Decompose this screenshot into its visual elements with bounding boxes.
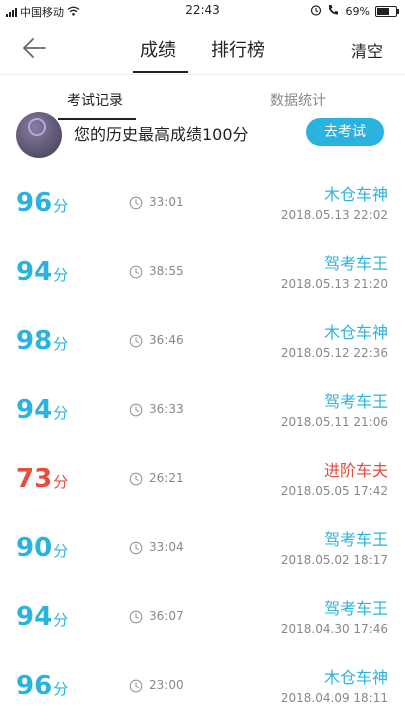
alarm-icon <box>310 4 322 19</box>
list-item[interactable]: 98分 36:46 木仓车神 2018.05.12 22:36 <box>0 306 405 375</box>
exam-timestamp: 2018.04.30 17:46 <box>280 622 388 636</box>
exam-duration: 36:46 <box>149 333 184 347</box>
rank-title: 驾考车王 <box>323 392 388 411</box>
list-item[interactable]: 94分 36:33 驾考车王 2018.05.11 21:06 <box>0 375 405 444</box>
nav-bar: 成绩 排行榜 清空 <box>0 22 405 74</box>
score-number: 90 <box>16 533 53 563</box>
score-unit: 分 <box>53 404 69 422</box>
score-unit: 分 <box>53 335 69 353</box>
exam-duration: 26:21 <box>149 471 184 485</box>
score-value: 73分 <box>16 464 68 494</box>
tab-ranking[interactable]: 排行榜 <box>211 36 265 62</box>
clock-icon <box>129 678 143 693</box>
exam-timestamp: 2018.05.13 22:02 <box>280 208 388 222</box>
hd-call-icon <box>327 4 341 19</box>
score-number: 73 <box>16 464 53 494</box>
list-item[interactable]: 90分 33:04 驾考车王 2018.05.02 18:17 <box>0 513 405 582</box>
rank-title: 驾考车王 <box>323 530 388 549</box>
rank-title: 木仓车神 <box>323 323 388 342</box>
subtab-exam-records[interactable]: 考试记录 <box>67 90 123 110</box>
rank-title: 进阶车夫 <box>323 461 388 480</box>
battery-percent: 69% <box>345 5 370 18</box>
exam-timestamp: 2018.05.05 17:42 <box>280 484 388 498</box>
clock-icon <box>129 471 143 486</box>
clear-button[interactable]: 清空 <box>351 38 383 62</box>
score-unit: 分 <box>53 266 69 284</box>
rank-title: 木仓车神 <box>323 185 388 204</box>
clock-icon <box>129 402 143 417</box>
clock-icon <box>129 609 143 624</box>
avatar <box>16 112 62 158</box>
exam-timestamp: 2018.05.13 21:20 <box>280 277 388 291</box>
score-unit: 分 <box>53 197 69 215</box>
status-bar: 中国移动 22:43 69% <box>0 0 405 22</box>
exam-duration: 33:01 <box>149 195 184 209</box>
exam-timestamp: 2018.05.12 22:36 <box>280 346 388 360</box>
back-arrow-icon[interactable] <box>18 32 50 64</box>
score-value: 90分 <box>16 533 68 563</box>
rank-title: 驾考车王 <box>323 254 388 273</box>
score-value: 96分 <box>16 671 68 701</box>
clock-icon <box>129 333 143 348</box>
list-item[interactable]: 96分 33:01 木仓车神 2018.05.13 22:02 <box>0 168 405 237</box>
exam-timestamp: 2018.05.02 18:17 <box>280 553 388 567</box>
exam-timestamp: 2018.05.11 21:06 <box>280 415 388 429</box>
list-item[interactable]: 94分 38:55 驾考车王 2018.05.13 21:20 <box>0 237 405 306</box>
exam-duration: 33:04 <box>149 540 184 554</box>
best-score-row: 您的历史最高成绩100分 去考试 <box>0 112 405 160</box>
exam-record-list: 96分 33:01 木仓车神 2018.05.13 22:02 94分 38:55 驾考车王… <box>0 168 405 720</box>
score-value: 94分 <box>16 395 68 425</box>
score-number: 94 <box>16 257 53 287</box>
clock-icon <box>129 540 143 555</box>
clock-icon <box>129 195 143 210</box>
list-item[interactable]: 96分 23:00 木仓车神 2018.04.09 18:11 <box>0 651 405 720</box>
exam-duration: 36:07 <box>149 609 184 623</box>
score-unit: 分 <box>53 542 69 560</box>
subtab-data-stats[interactable]: 数据统计 <box>270 90 326 110</box>
battery-icon <box>375 6 399 17</box>
score-number: 98 <box>16 326 53 356</box>
score-number: 94 <box>16 395 53 425</box>
go-exam-button[interactable]: 去考试 <box>306 118 384 146</box>
score-number: 96 <box>16 671 53 701</box>
score-unit: 分 <box>53 611 69 629</box>
clock-icon <box>129 264 143 279</box>
score-unit: 分 <box>53 473 69 491</box>
score-unit: 分 <box>53 680 69 698</box>
rank-title: 驾考车王 <box>323 599 388 618</box>
list-item[interactable]: 94分 36:07 驾考车王 2018.04.30 17:46 <box>0 582 405 651</box>
best-score-text: 您的历史最高成绩100分 <box>74 125 249 144</box>
battery-level-fill <box>377 8 389 15</box>
exam-duration: 23:00 <box>149 678 184 692</box>
score-number: 96 <box>16 188 53 218</box>
score-value: 94分 <box>16 257 68 287</box>
exam-duration: 36:33 <box>149 402 184 416</box>
score-value: 94分 <box>16 602 68 632</box>
tab-score-indicator <box>133 71 188 73</box>
sub-tabs: 考试记录 数据统计 <box>0 74 405 121</box>
exam-timestamp: 2018.04.09 18:11 <box>280 691 388 705</box>
exam-duration: 38:55 <box>149 264 184 278</box>
score-value: 98分 <box>16 326 68 356</box>
score-value: 96分 <box>16 188 68 218</box>
tab-score[interactable]: 成绩 <box>140 36 176 62</box>
score-number: 94 <box>16 602 53 632</box>
rank-title: 木仓车神 <box>323 668 388 687</box>
list-item[interactable]: 73分 26:21 进阶车夫 2018.05.05 17:42 <box>0 444 405 513</box>
